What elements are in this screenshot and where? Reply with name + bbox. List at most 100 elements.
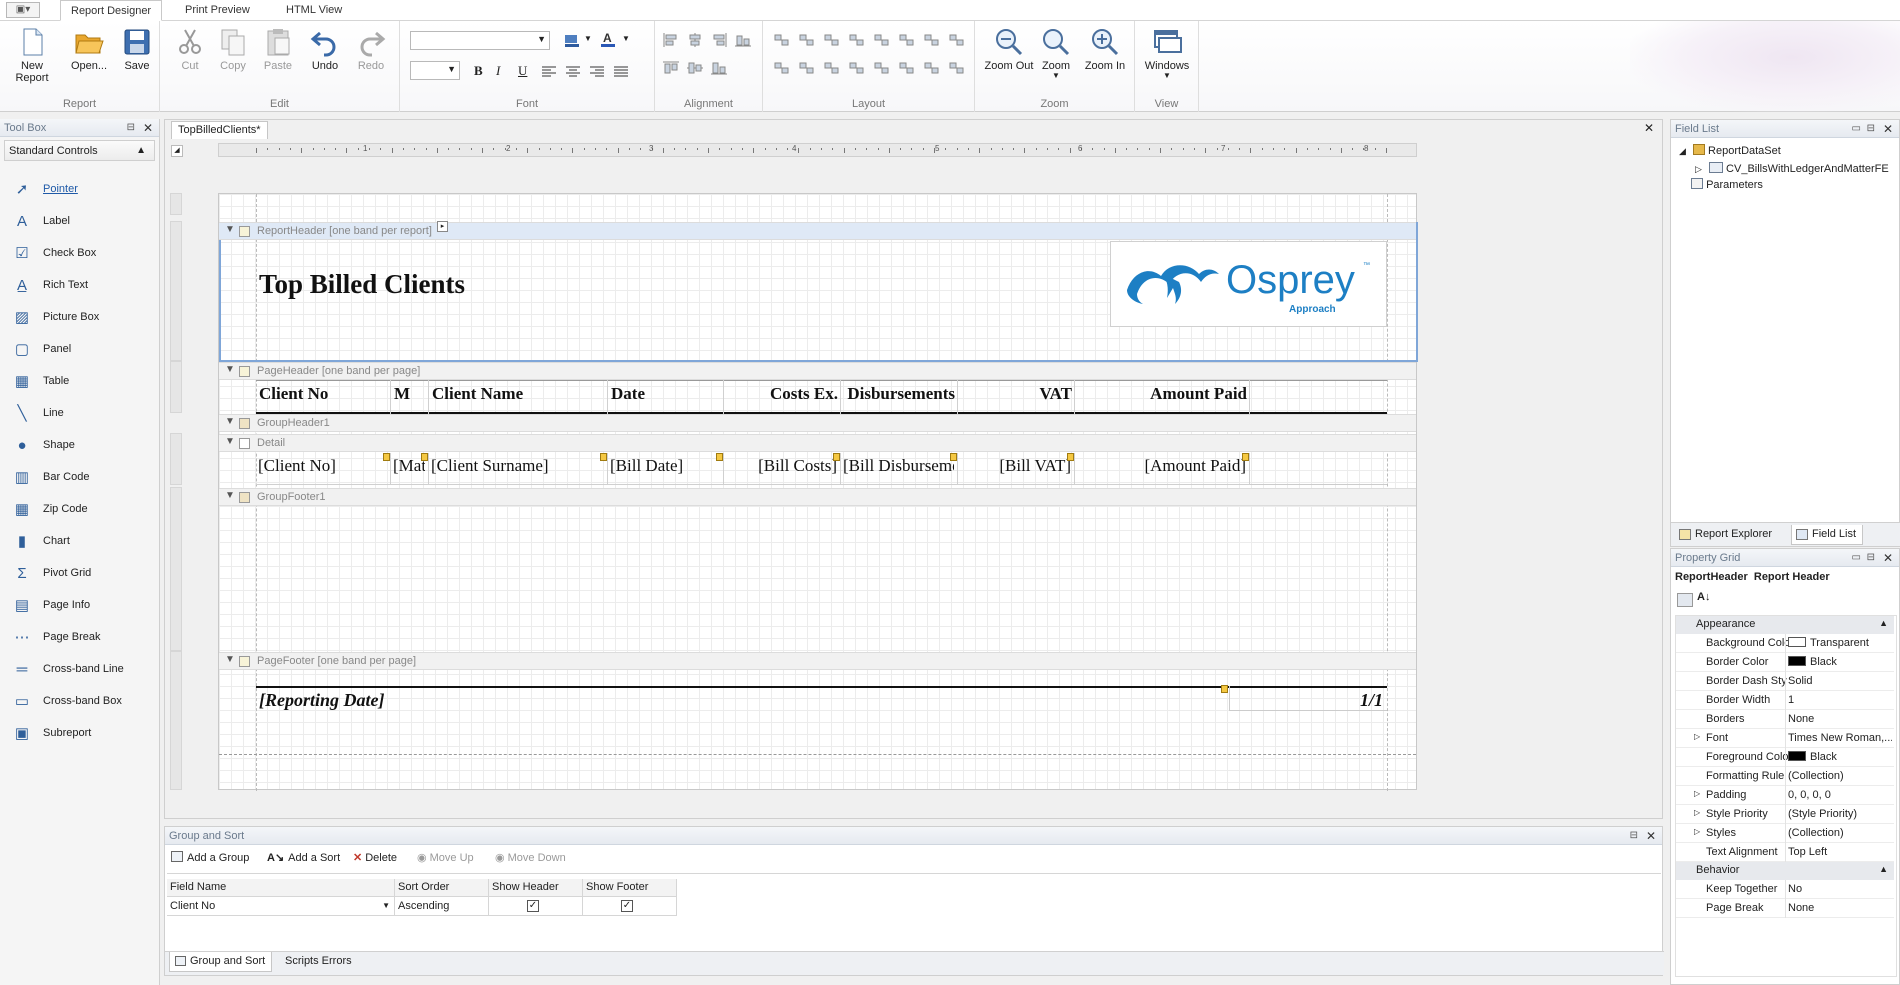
align-bottoms-icon[interactable]	[711, 61, 727, 78]
property-value-cell[interactable]: None	[1788, 902, 1892, 914]
toolbox-item-check-box[interactable]: ☑ Check Box	[10, 243, 150, 265]
toolbox-item-rich-text[interactable]: A̲ Rich Text	[10, 275, 150, 297]
show-footer-checkbox[interactable]: ✓	[621, 900, 633, 912]
field-name-select[interactable]: Client No ▼	[167, 897, 395, 916]
property-row[interactable]: Borders None	[1676, 710, 1894, 729]
cut-button[interactable]: Cut	[170, 25, 210, 83]
toolbox-item-picture-box[interactable]: ▨ Picture Box	[10, 307, 150, 329]
copy-button[interactable]: Copy	[212, 25, 254, 83]
ruler-corner-button[interactable]: ◢	[171, 145, 183, 157]
expand-icon[interactable]: ▷	[1694, 808, 1700, 817]
toolbox-category-standard[interactable]: Standard Controls ▲	[4, 140, 155, 161]
align-rights-icon[interactable]	[711, 33, 727, 50]
show-header-checkbox[interactable]: ✓	[527, 900, 539, 912]
property-category[interactable]: Appearance ▲	[1676, 616, 1894, 634]
property-value-cell[interactable]: Solid	[1788, 675, 1892, 687]
toolbox-item-page-break[interactable]: ⋯ Page Break	[10, 627, 150, 649]
layout-tool-icon[interactable]	[848, 33, 864, 47]
layout-tool-icon[interactable]	[798, 61, 814, 75]
smart-tag-marker[interactable]	[716, 453, 723, 461]
page-footer-band[interactable]: ▼ PageFooter [one band per page]	[219, 652, 1416, 670]
report-title[interactable]: Top Billed Clients	[259, 269, 465, 300]
toolbox-item-panel[interactable]: ▢ Panel	[10, 339, 150, 361]
layout-tool-icon[interactable]	[948, 33, 964, 47]
pin-icon[interactable]: ⊟	[1867, 120, 1875, 138]
collapse-icon[interactable]: ▼	[225, 490, 235, 501]
toolbox-item-bar-code[interactable]: ▥ Bar Code	[10, 467, 150, 489]
align-left-icon[interactable]	[542, 66, 556, 81]
layout-tool-icon[interactable]	[873, 61, 889, 75]
close-document-icon[interactable]: ✕	[1644, 121, 1654, 135]
zoom-in-button[interactable]: Zoom In	[1079, 25, 1131, 83]
pin-icon[interactable]: ⊟	[127, 119, 135, 137]
smart-tag-marker[interactable]	[1067, 453, 1074, 461]
vertical-ruler-segment[interactable]	[170, 361, 182, 413]
pin-icon[interactable]: ⊟	[1867, 549, 1875, 567]
property-row[interactable]: Page Break None	[1676, 899, 1894, 918]
property-value-cell[interactable]: (Style Priority)	[1788, 808, 1892, 820]
expand-icon[interactable]: ▷	[1695, 164, 1702, 174]
property-value-cell[interactable]: None	[1788, 713, 1892, 725]
smart-tag-icon[interactable]: ▸	[437, 221, 448, 232]
zoom-button[interactable]: Zoom ▼	[1035, 25, 1077, 83]
font-name-combo[interactable]: ▼	[410, 31, 550, 50]
smart-tag-marker[interactable]	[421, 453, 428, 461]
align-middles-icon[interactable]	[687, 61, 703, 78]
app-menu-button[interactable]: ▣▾	[6, 2, 40, 18]
underline-button[interactable]: U	[518, 63, 527, 79]
property-value-cell[interactable]: 1	[1788, 694, 1892, 706]
add-group-button[interactable]: Add a Group	[171, 848, 249, 868]
toolbox-item-zip-code[interactable]: ▦ Zip Code	[10, 499, 150, 521]
layout-tool-icon[interactable]	[948, 61, 964, 75]
property-row[interactable]: ▷ Styles (Collection)	[1676, 824, 1894, 843]
property-row[interactable]: Foreground Colo Black	[1676, 748, 1894, 767]
property-category[interactable]: Behavior ▲	[1676, 862, 1894, 880]
toolbox-item-subreport[interactable]: ▣ Subreport	[10, 723, 150, 745]
property-value-cell[interactable]: Top Left	[1788, 846, 1892, 858]
logo-picture-box[interactable]: Osprey ™ Approach	[1110, 241, 1387, 327]
expand-icon[interactable]: ▷	[1694, 732, 1700, 741]
italic-button[interactable]: I	[496, 63, 500, 79]
property-row[interactable]: Border Dash Sty Solid	[1676, 672, 1894, 691]
new-report-button[interactable]: New Report	[4, 25, 60, 84]
vertical-ruler-segment[interactable]	[170, 487, 182, 651]
close-icon[interactable]: ✕	[143, 119, 153, 137]
tab-scripts-errors[interactable]: Scripts Errors	[277, 952, 358, 972]
pin-icon[interactable]: ⊟	[1630, 827, 1638, 845]
window-icon[interactable]: ▭	[1852, 120, 1861, 138]
vertical-ruler-segment[interactable]	[170, 433, 182, 485]
move-down-button[interactable]: ◉ Move Down	[495, 848, 566, 868]
column-show-header[interactable]: Show Header	[489, 879, 583, 897]
smart-tag-marker[interactable]	[1242, 453, 1249, 461]
collapse-icon[interactable]: ▼	[225, 224, 235, 235]
bold-button[interactable]: B	[474, 63, 483, 79]
property-row[interactable]: ▷ Font Times New Roman,...	[1676, 729, 1894, 748]
property-row[interactable]: Background Colo Transparent	[1676, 634, 1894, 653]
report-page[interactable]: ▼ ReportHeader [one band per report] ▸ T…	[218, 193, 1418, 791]
property-value-cell[interactable]: No	[1788, 883, 1892, 895]
align-tops-icon[interactable]	[663, 61, 679, 78]
report-header-band[interactable]: ▼ ReportHeader [one band per report] ▸	[219, 221, 1416, 240]
toolbox-item-cross-band-box[interactable]: ▭ Cross-band Box	[10, 691, 150, 713]
tab-field-list[interactable]: Field List	[1791, 525, 1864, 545]
align-to-grid-icon[interactable]	[735, 33, 751, 50]
layout-tool-icon[interactable]	[898, 33, 914, 47]
windows-button[interactable]: Windows ▼	[1141, 25, 1193, 83]
expand-icon[interactable]: ▷	[1694, 827, 1700, 836]
smart-tag-marker[interactable]	[950, 453, 957, 461]
layout-tool-icon[interactable]	[823, 61, 839, 75]
redo-button[interactable]: Redo	[350, 25, 392, 83]
property-value-cell[interactable]: Transparent	[1788, 637, 1892, 649]
smart-tag-marker[interactable]	[833, 453, 840, 461]
property-row[interactable]: ▷ Padding 0, 0, 0, 0	[1676, 786, 1894, 805]
vertical-ruler-segment[interactable]	[170, 651, 182, 790]
property-value-cell[interactable]: (Collection)	[1788, 827, 1892, 839]
tab-report-designer[interactable]: Report Designer	[60, 0, 163, 21]
column-show-footer[interactable]: Show Footer	[583, 879, 677, 897]
property-row[interactable]: Formatting Rule (Collection)	[1676, 767, 1894, 786]
expand-icon[interactable]: ▷	[1694, 789, 1700, 798]
tab-report-explorer[interactable]: Report Explorer	[1675, 525, 1778, 545]
column-field-name[interactable]: Field Name	[167, 879, 395, 897]
column-sort-order[interactable]: Sort Order	[395, 879, 489, 897]
tab-html-view[interactable]: HTML View	[276, 0, 352, 21]
